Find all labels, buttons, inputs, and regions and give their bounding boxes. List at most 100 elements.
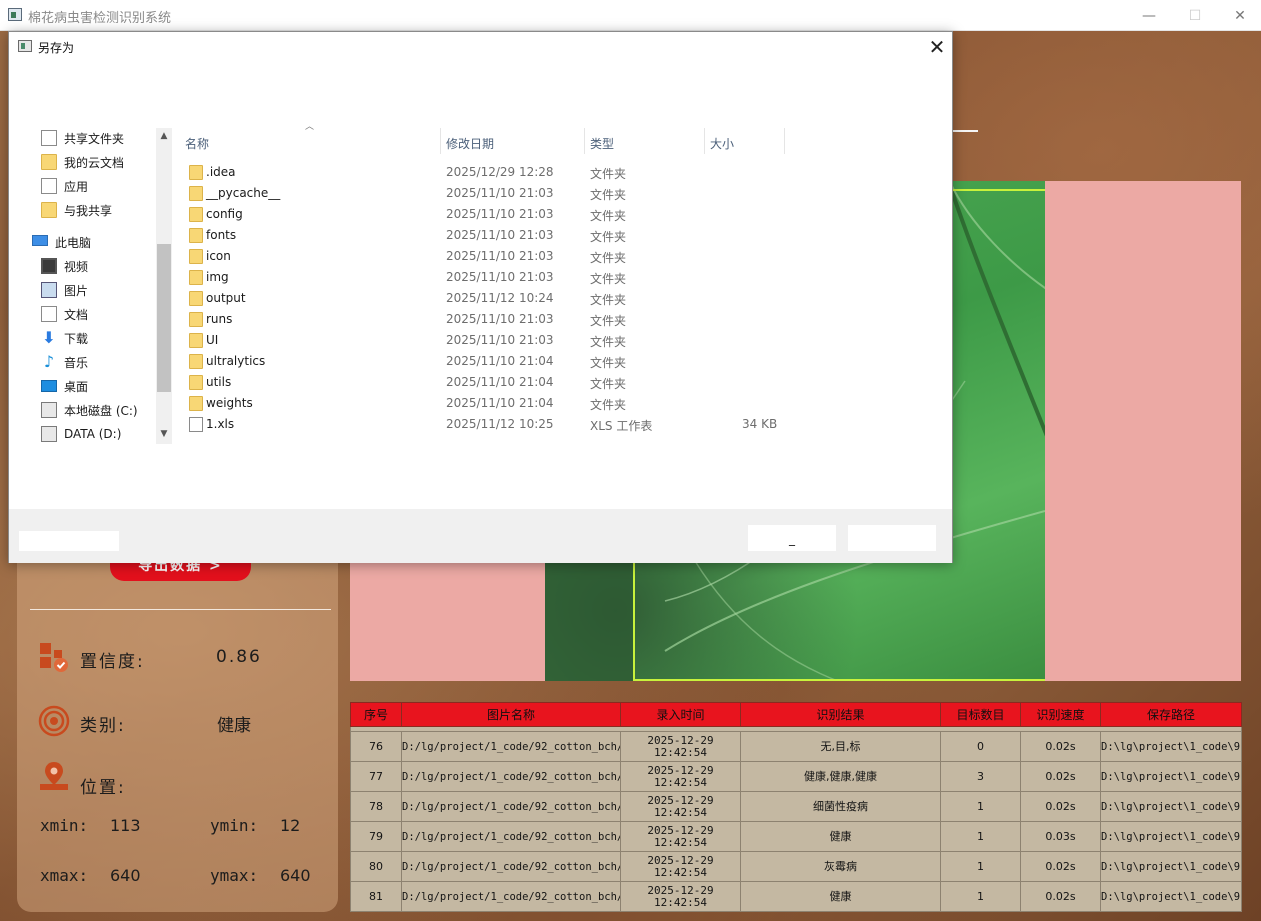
nav-item[interactable]: 文档 [41,302,88,326]
dialog-close-button[interactable]: ✕ [921,34,953,60]
scroll-up-arrow-icon[interactable]: ▲ [156,128,172,144]
cell-result: 无,目,标 [740,731,941,762]
cell-index: 80 [350,851,402,882]
position-label: 位置: [80,778,126,798]
nav-item[interactable]: 本地磁盘 (C:) [41,398,138,422]
xmin-value: 113 [110,816,141,835]
drive-icon [41,402,57,418]
file-type: XLS 工作表 [590,419,653,433]
file-row[interactable]: utils 2025/11/10 21:04 文件夹 [179,372,799,393]
file-row[interactable]: output 2025/11/12 10:24 文件夹 [179,288,799,309]
window-titlebar: 棉花病虫害检测识别系统 — ☐ ✕ [0,0,1261,31]
file-row[interactable]: weights 2025/11/10 21:04 文件夹 [179,393,799,414]
table-row[interactable]: 77 D:/lg/project/1_code/92_cotton_bch/co… [350,761,1242,792]
nav-item[interactable]: 桌面 [41,374,88,398]
column-name[interactable]: 名称 [185,135,209,152]
nav-item[interactable]: 视频 [41,254,88,278]
table-row[interactable]: 81 D:/lg/project/1_code/92_cotton_bch/co… [350,881,1242,912]
nav-item[interactable]: 与我共享 [41,198,112,222]
folder-icon [41,202,57,218]
column-header-count[interactable]: 目标数目 [940,702,1021,727]
file-name: UI [206,333,219,347]
cell-speed: 0.02s [1020,851,1101,882]
nav-item-label: 图片 [64,283,89,298]
file-icon [189,417,203,432]
nav-item[interactable]: ♪ 音乐 [41,350,88,374]
folder-icon [189,312,203,327]
desktop-icon [41,380,57,392]
column-header-speed[interactable]: 识别速度 [1020,702,1101,727]
file-row[interactable]: runs 2025/11/10 21:03 文件夹 [179,309,799,330]
hide-folders-toggle[interactable] [19,531,119,551]
nav-item[interactable]: 图片 [41,278,88,302]
nav-item[interactable]: ⬇ 下载 [41,326,88,350]
nav-item[interactable]: 我的云文档 [41,150,124,174]
file-name: __pycache__ [206,186,281,200]
scroll-down-arrow-icon[interactable]: ▼ [156,426,172,442]
nav-item[interactable]: 共享文件夹 [41,128,124,150]
file-row[interactable]: icon 2025/11/10 21:03 文件夹 [179,246,799,267]
scroll-thumb[interactable] [157,244,171,392]
app-icon [8,8,22,21]
table-row[interactable]: 80 D:/lg/project/1_code/92_cotton_bch/co… [350,851,1242,882]
drive-icon [41,426,57,442]
file-row[interactable]: .idea 2025/12/29 12:28 文件夹 [179,162,799,183]
cell-image-name: D:/lg/project/1_code/92_cotton_bch/code/… [401,761,621,792]
table-row[interactable]: 76 D:/lg/project/1_code/92_cotton_bch/co… [350,731,1242,762]
file-row[interactable]: UI 2025/11/10 21:03 文件夹 [179,330,799,351]
nav-item[interactable]: 应用 [41,174,88,198]
file-row[interactable]: config 2025/11/10 21:03 文件夹 [179,204,799,225]
nav-item-label: 桌面 [64,379,89,394]
column-size[interactable]: 大小 [710,135,734,152]
file-date: 2025/12/29 12:28 [446,165,554,179]
nav-item[interactable]: DATA (D:) [41,422,121,444]
pictures-icon [41,282,57,298]
column-date[interactable]: 修改日期 [446,135,494,152]
file-row[interactable]: fonts 2025/11/10 21:03 文件夹 [179,225,799,246]
file-row[interactable]: ultralytics 2025/11/10 21:04 文件夹 [179,351,799,372]
cancel-button[interactable] [848,525,936,551]
column-separator[interactable] [704,128,705,154]
column-header-result[interactable]: 识别结果 [740,702,941,727]
file-name: config [206,207,243,221]
cell-time: 2025-12-29 12:42:54 [620,821,741,852]
file-name: .idea [206,165,236,179]
file-row[interactable]: 1.xls 2025/11/12 10:25 XLS 工作表 34 KB [179,414,799,435]
file-type: 文件夹 [590,209,627,223]
file-date: 2025/11/10 21:03 [446,207,554,221]
folder-icon [189,333,203,348]
cell-result: 健康,健康,健康 [740,761,941,792]
cell-index: 79 [350,821,402,852]
table-row[interactable]: 79 D:/lg/project/1_code/92_cotton_bch/co… [350,821,1242,852]
close-button[interactable]: ✕ [1217,0,1261,31]
column-header-index[interactable]: 序号 [350,702,402,727]
file-type: 文件夹 [590,335,627,349]
nav-scrollbar[interactable]: ▲ ▼ [156,128,172,444]
file-row[interactable]: __pycache__ 2025/11/10 21:03 文件夹 [179,183,799,204]
column-type[interactable]: 类型 [590,135,614,152]
column-separator[interactable] [784,128,785,154]
cell-image-name: D:/lg/project/1_code/92_cotton_bch/code/… [401,791,621,822]
column-separator[interactable] [440,128,441,154]
column-header-image-name[interactable]: 图片名称 [401,702,621,727]
maximize-button[interactable]: ☐ [1172,0,1218,31]
cell-image-name: D:/lg/project/1_code/92_cotton_bch/code/… [401,731,621,762]
save-button[interactable]: _ [748,525,836,551]
ymax-label: ymax: [210,866,259,885]
column-header-time[interactable]: 录入时间 [620,702,741,727]
file-row[interactable]: img 2025/11/10 21:03 文件夹 [179,267,799,288]
minimize-button[interactable]: — [1126,0,1172,31]
table-row[interactable]: 78 D:/lg/project/1_code/92_cotton_bch/co… [350,791,1242,822]
nav-item[interactable]: 此电脑 [32,230,91,254]
folder-icon [189,207,203,222]
file-date: 2025/11/10 21:03 [446,333,554,347]
cell-image-name: D:/lg/project/1_code/92_cotton_bch/code/… [401,851,621,882]
column-header-save-path[interactable]: 保存路径 [1100,702,1242,727]
column-separator[interactable] [584,128,585,154]
file-type: 文件夹 [590,272,627,286]
file-type: 文件夹 [590,398,627,412]
ymin-label: ymin: [210,816,259,835]
folder-icon [189,396,203,411]
cell-index: 77 [350,761,402,792]
cell-save-path: D:\lg\project\1_code\9... [1100,851,1242,882]
